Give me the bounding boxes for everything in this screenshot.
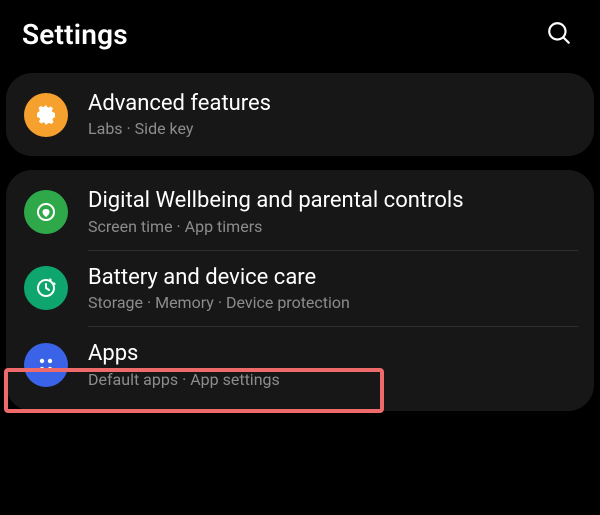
- item-title: Battery and device care: [88, 265, 350, 291]
- item-subtitle: Labs · Side key: [88, 119, 271, 138]
- item-subtitle: Storage · Memory · Device protection: [88, 293, 350, 312]
- page-title: Settings: [22, 18, 128, 51]
- item-title: Digital Wellbeing and parental controls: [88, 188, 464, 214]
- item-title: Apps: [88, 341, 280, 367]
- search-icon: [546, 34, 572, 49]
- item-text: Apps Default apps · App settings: [88, 341, 280, 388]
- settings-group: Digital Wellbeing and parental controls …: [6, 170, 594, 410]
- item-subtitle: Default apps · App settings: [88, 370, 280, 389]
- battery-care-icon: [24, 266, 68, 310]
- search-button[interactable]: [540, 14, 578, 55]
- item-text: Digital Wellbeing and parental controls …: [88, 188, 464, 235]
- settings-item-advanced-features[interactable]: Advanced features Labs · Side key: [6, 77, 594, 152]
- item-text: Advanced features Labs · Side key: [88, 91, 271, 138]
- settings-item-apps[interactable]: Apps Default apps · App settings: [6, 327, 594, 406]
- item-subtitle: Screen time · App timers: [88, 217, 464, 236]
- settings-item-digital-wellbeing[interactable]: Digital Wellbeing and parental controls …: [6, 174, 594, 249]
- advanced-features-icon: [24, 93, 68, 137]
- item-text: Battery and device care Storage · Memory…: [88, 265, 350, 312]
- settings-header: Settings: [0, 0, 600, 67]
- item-title: Advanced features: [88, 91, 271, 117]
- settings-item-battery-device-care[interactable]: Battery and device care Storage · Memory…: [6, 251, 594, 326]
- settings-group: Advanced features Labs · Side key: [6, 73, 594, 156]
- apps-icon: [24, 343, 68, 387]
- wellbeing-icon: [24, 190, 68, 234]
